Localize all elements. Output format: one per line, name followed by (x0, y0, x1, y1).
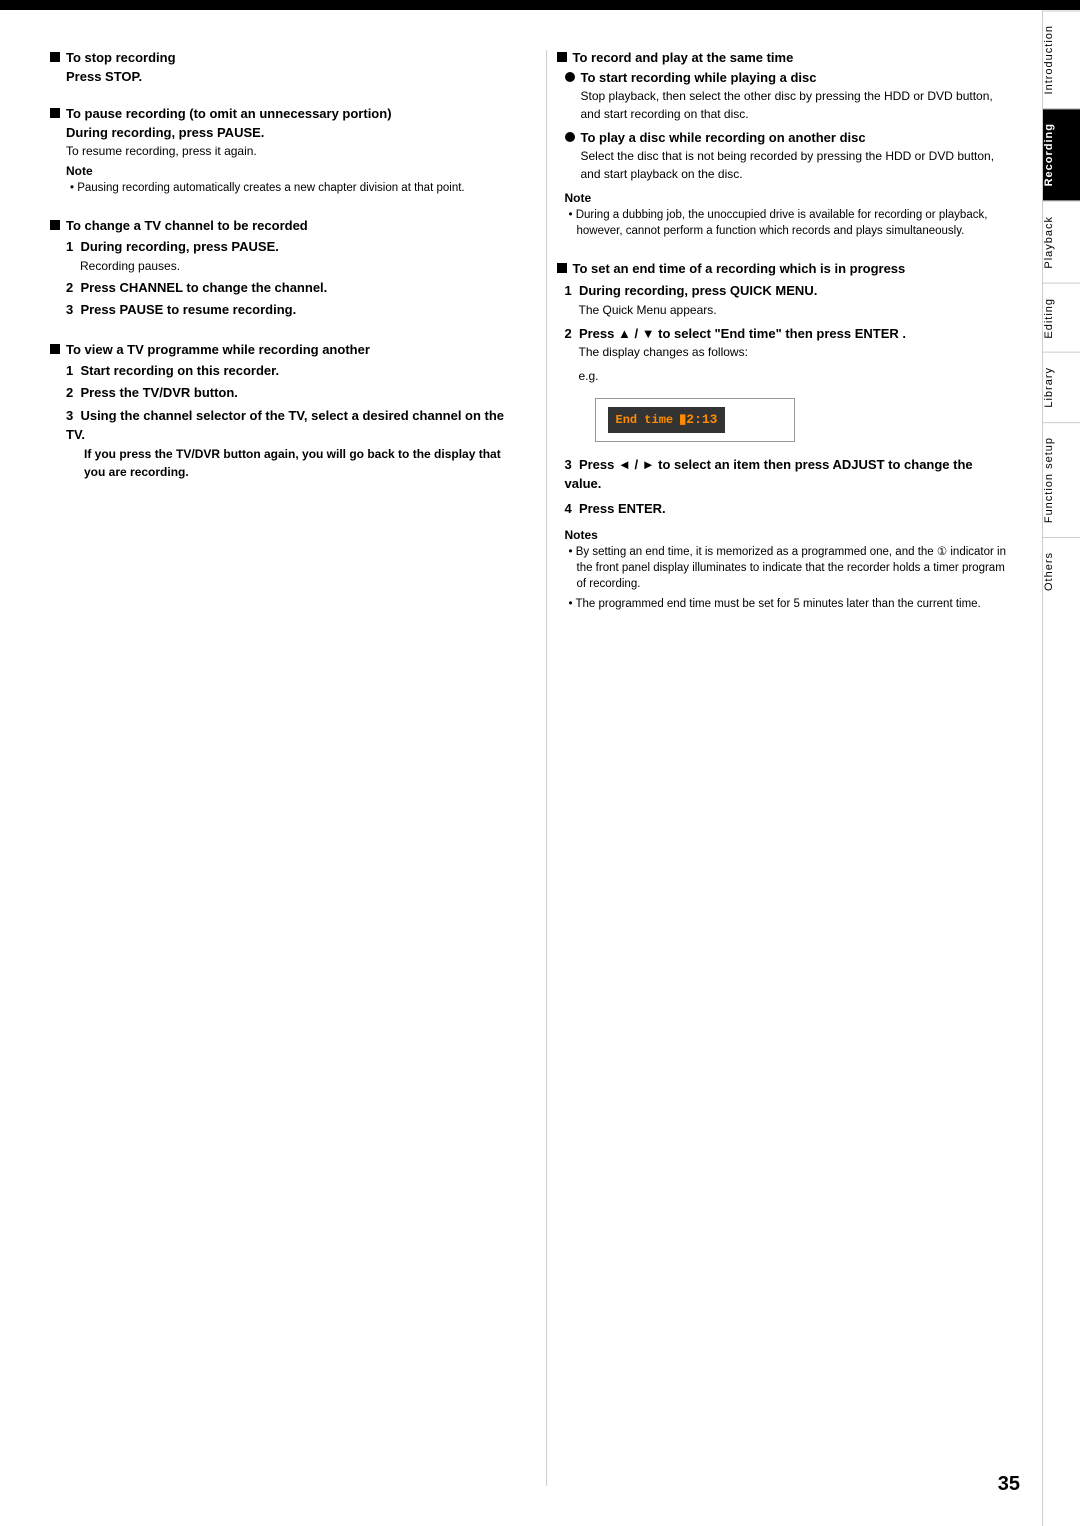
black-square-icon (50, 52, 60, 62)
end-time-list: 1 During recording, press QUICK MENU. Th… (565, 281, 1013, 518)
pause-bold: During recording, press PAUSE. (66, 125, 506, 140)
section-stop-recording: To stop recording Press STOP. (50, 50, 506, 84)
end-time-item-3: 3 Press ◄ / ► to select an item then pre… (565, 455, 1013, 494)
sub-play-disc: To play a disc while recording on anothe… (565, 130, 1013, 185)
section-view-title-text: To view a TV programme while recording a… (66, 342, 370, 357)
sidebar: Introduction Recording Playback Editing … (1042, 10, 1080, 1526)
section-pause-recording: To pause recording (to omit an unnecessa… (50, 106, 506, 196)
sidebar-tab-recording[interactable]: Recording (1043, 108, 1080, 200)
sidebar-tab-introduction[interactable]: Introduction (1043, 10, 1080, 108)
left-col: To stop recording Press STOP. To pause r… (50, 50, 516, 1486)
view-item-3: 3 Using the channel selector of the TV, … (66, 406, 506, 481)
section-pause-title: To pause recording (to omit an unnecessa… (50, 106, 506, 121)
main-content: To stop recording Press STOP. To pause r… (0, 10, 1042, 1526)
section-channel-title-text: To change a TV channel to be recorded (66, 218, 308, 233)
pause-note-label: Note (66, 164, 506, 178)
section-view-title: To view a TV programme while recording a… (50, 342, 506, 357)
sidebar-tab-function-setup[interactable]: Function setup (1043, 422, 1080, 537)
sub-play-bold: To play a disc while recording on anothe… (581, 130, 1013, 145)
section-end-time-title-text: To set an end time of a recording which … (573, 261, 906, 276)
record-play-note-label: Note (565, 191, 1013, 205)
eg-label: e.g. (579, 367, 1013, 385)
sub-start-text: Stop playback, then select the other dis… (581, 87, 1013, 123)
sidebar-tab-playback[interactable]: Playback (1043, 201, 1080, 283)
channel-item-2: 2 Press CHANNEL to change the channel. (66, 278, 506, 298)
black-square-icon3 (50, 220, 60, 230)
bullet-circle-icon (565, 72, 575, 82)
press-stop-label: Press STOP. (66, 69, 506, 84)
section-end-time: To set an end time of a recording which … (557, 261, 1013, 612)
sidebar-tab-library[interactable]: Library (1043, 352, 1080, 422)
section-record-play-title: To record and play at the same time (557, 50, 1013, 65)
pause-note-text: • Pausing recording automatically create… (66, 180, 506, 196)
sidebar-tab-editing[interactable]: Editing (1043, 283, 1080, 353)
section-record-play: To record and play at the same time To s… (557, 50, 1013, 239)
end-time-item-4: 4 Press ENTER. (565, 499, 1013, 519)
record-play-note-text: • During a dubbing job, the unoccupied d… (565, 207, 1013, 239)
channel-list: 1 During recording, press PAUSE. Recordi… (66, 237, 506, 320)
section-channel-title: To change a TV channel to be recorded (50, 218, 506, 233)
black-square-icon4 (50, 344, 60, 354)
end-time-note-2: • The programmed end time must be set fo… (565, 596, 1013, 612)
end-time-note-1: • By setting an end time, it is memorize… (565, 544, 1013, 592)
channel-item-1: 1 During recording, press PAUSE. Recordi… (66, 237, 506, 275)
section-pause-title-text: To pause recording (to omit an unnecessa… (66, 106, 392, 121)
bullet-circle-icon2 (565, 132, 575, 142)
end-time-notes: Notes • By setting an end time, it is me… (565, 528, 1013, 612)
view-list: 1 Start recording on this recorder. 2 Pr… (66, 361, 506, 481)
section-stop-title-text: To stop recording (66, 50, 176, 65)
page-number: 35 (998, 1473, 1020, 1496)
display-inner: End time ▮2:13 (608, 407, 726, 433)
display-box: End time ▮2:13 (595, 398, 795, 442)
two-col: To stop recording Press STOP. To pause r… (50, 50, 1012, 1486)
end-time-notes-label: Notes (565, 528, 1013, 542)
display-time: ▮2:13 (679, 410, 717, 430)
section-stop-title: To stop recording (50, 50, 506, 65)
section-view-tv: To view a TV programme while recording a… (50, 342, 506, 481)
sub-start-bold: To start recording while playing a disc (581, 70, 1013, 85)
black-square-icon2 (50, 108, 60, 118)
view-item-1: 1 Start recording on this recorder. (66, 361, 506, 381)
sub-start-recording: To start recording while playing a disc … (565, 70, 1013, 125)
display-label: End time (616, 411, 674, 429)
view-item-2: 2 Press the TV/DVR button. (66, 383, 506, 403)
right-col: To record and play at the same time To s… (546, 50, 1013, 1486)
top-bar (0, 0, 1080, 10)
sidebar-tab-others[interactable]: Others (1043, 537, 1080, 605)
end-time-item-2: 2 Press ▲ / ▼ to select "End time" then … (565, 324, 1013, 452)
end-time-item-1: 1 During recording, press QUICK MENU. Th… (565, 281, 1013, 319)
channel-item-3: 3 Press PAUSE to resume recording. (66, 300, 506, 320)
record-play-note: Note • During a dubbing job, the unoccup… (565, 191, 1013, 239)
black-square-icon6 (557, 263, 567, 273)
sub-play-text: Select the disc that is not being record… (581, 147, 1013, 183)
section-end-time-title: To set an end time of a recording which … (557, 261, 1013, 276)
black-square-icon5 (557, 52, 567, 62)
page-container: To stop recording Press STOP. To pause r… (0, 10, 1080, 1526)
section-change-channel: To change a TV channel to be recorded 1 … (50, 218, 506, 320)
pause-normal: To resume recording, press it again. (66, 142, 506, 160)
section-record-play-title-text: To record and play at the same time (573, 50, 794, 65)
